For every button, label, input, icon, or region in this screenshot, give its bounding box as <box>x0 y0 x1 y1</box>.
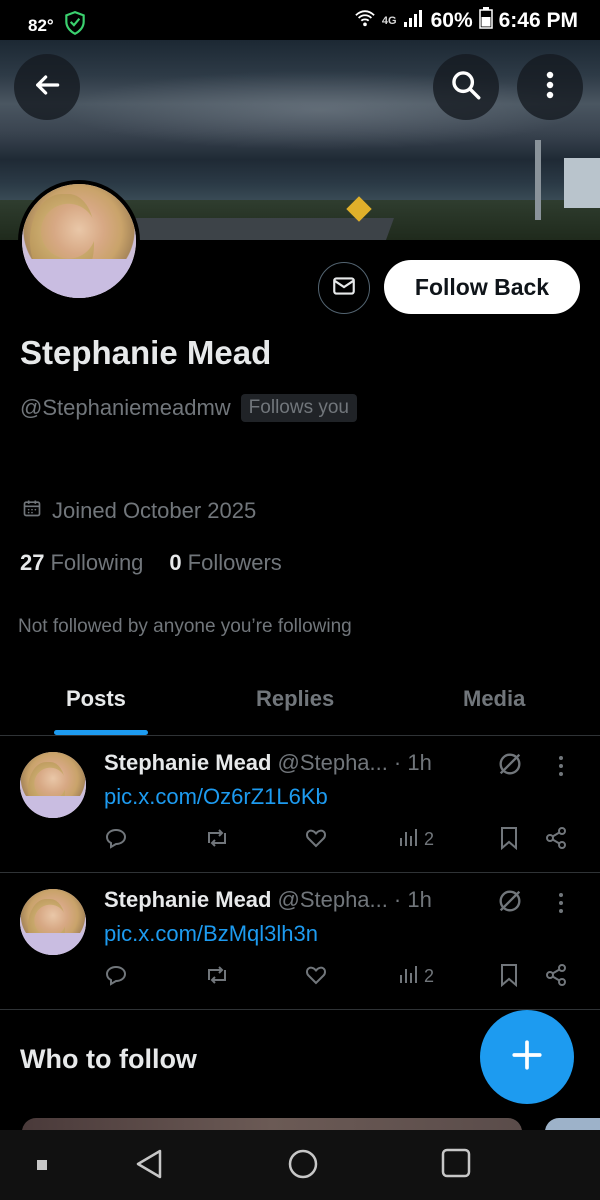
like-icon[interactable] <box>304 826 328 850</box>
follows-you-badge: Follows you <box>240 394 357 422</box>
search-button[interactable] <box>433 54 499 120</box>
grok-icon[interactable] <box>496 887 524 920</box>
profile-tabs: Posts Replies Media <box>0 666 600 736</box>
grok-icon[interactable] <box>496 750 524 783</box>
tab-posts[interactable]: Posts <box>66 686 126 712</box>
share-icon[interactable] <box>544 826 568 850</box>
envelope-icon <box>331 273 357 304</box>
profile-avatar[interactable] <box>18 180 140 302</box>
small-square-icon[interactable] <box>36 1158 48 1176</box>
post-avatar[interactable] <box>20 889 86 955</box>
bookmark-icon[interactable] <box>498 963 520 987</box>
home-circle-icon[interactable] <box>287 1148 319 1185</box>
wifi-icon <box>354 8 376 34</box>
who-to-follow-heading: Who to follow <box>20 1044 197 1074</box>
following-count: 27 <box>20 550 45 575</box>
tab-replies[interactable]: Replies <box>256 686 334 712</box>
followers-link[interactable]: 0 Followers <box>169 550 281 576</box>
calendar-icon <box>22 498 42 524</box>
not-followed-note: Not followed by anyone you’re following <box>18 616 352 637</box>
profile-handle: @Stephaniemeadmw <box>20 395 231 420</box>
bookmark-icon[interactable] <box>498 826 520 850</box>
following-label: Following <box>50 550 144 575</box>
post-author-name: Stephanie Mead <box>104 750 272 775</box>
post-time: · 1h <box>393 887 432 912</box>
post-media-link[interactable]: pic.x.com/Oz6rZ1L6Kb <box>104 784 328 810</box>
joined-text: Joined October 2025 <box>52 498 257 523</box>
views-count: 2 <box>424 829 435 849</box>
profile-name: Stephanie Mead <box>20 334 272 371</box>
views-count: 2 <box>424 966 435 986</box>
active-tab-indicator <box>54 730 148 735</box>
joined-date: Joined October 2025 <box>22 498 256 524</box>
system-nav-bar <box>0 1130 600 1200</box>
more-vertical-icon <box>545 69 555 106</box>
temperature-text: 82° <box>28 15 54 35</box>
post-media-link[interactable]: pic.x.com/BzMql3lh3n <box>104 921 318 947</box>
post-item[interactable]: Stephanie Mead @Stepha... · 1h pic.x.com… <box>0 873 600 1010</box>
followers-label: Followers <box>187 550 282 575</box>
post-header: Stephanie Mead @Stepha... · 1h <box>104 750 432 776</box>
more-options-button[interactable] <box>517 54 583 120</box>
post-author-handle: @Stepha... <box>277 887 388 912</box>
reply-icon[interactable] <box>104 963 128 987</box>
post-item[interactable]: Stephanie Mead @Stepha... · 1h pic.x.com… <box>0 736 600 873</box>
back-triangle-icon[interactable] <box>134 1148 164 1185</box>
message-button[interactable] <box>318 262 370 314</box>
post-author-handle: @Stepha... <box>277 750 388 775</box>
following-link[interactable]: 27 Following <box>20 550 143 576</box>
post-time: · 1h <box>393 750 432 775</box>
plus-icon <box>510 1038 544 1077</box>
post-more-icon[interactable] <box>557 891 565 920</box>
clock-time: 6:46 PM <box>498 9 578 32</box>
battery-percent: 60% <box>430 9 473 32</box>
shield-icon <box>62 10 88 41</box>
status-bar: 82° 4G 60% 6:46 PM <box>0 0 600 40</box>
post-actions: 2 <box>104 963 574 993</box>
back-button[interactable] <box>14 54 80 120</box>
analytics-icon <box>398 963 420 990</box>
share-icon[interactable] <box>544 963 568 987</box>
post-actions: 2 <box>104 826 574 856</box>
handle-row: @Stephaniemeadmw Follows you <box>20 394 357 422</box>
recents-square-icon[interactable] <box>441 1148 471 1183</box>
views-stat[interactable]: 2 <box>398 826 434 853</box>
followers-count: 0 <box>169 550 182 575</box>
arrow-left-icon <box>31 69 63 106</box>
follow-stats: 27 Following 0 Followers <box>20 550 282 576</box>
post-author-name: Stephanie Mead <box>104 887 272 912</box>
network-type: 4G <box>381 15 397 27</box>
signal-icon <box>403 8 425 34</box>
compose-button[interactable] <box>480 1010 574 1104</box>
repost-icon[interactable] <box>204 963 230 987</box>
reply-icon[interactable] <box>104 826 128 850</box>
search-icon <box>449 68 483 107</box>
battery-icon <box>478 7 493 35</box>
like-icon[interactable] <box>304 963 328 987</box>
tab-media[interactable]: Media <box>463 686 525 712</box>
follow-back-button[interactable]: Follow Back <box>384 260 580 314</box>
views-stat[interactable]: 2 <box>398 963 434 990</box>
post-header: Stephanie Mead @Stepha... · 1h <box>104 887 432 913</box>
post-more-icon[interactable] <box>557 754 565 783</box>
repost-icon[interactable] <box>204 826 230 850</box>
post-avatar[interactable] <box>20 752 86 818</box>
analytics-icon <box>398 826 420 853</box>
